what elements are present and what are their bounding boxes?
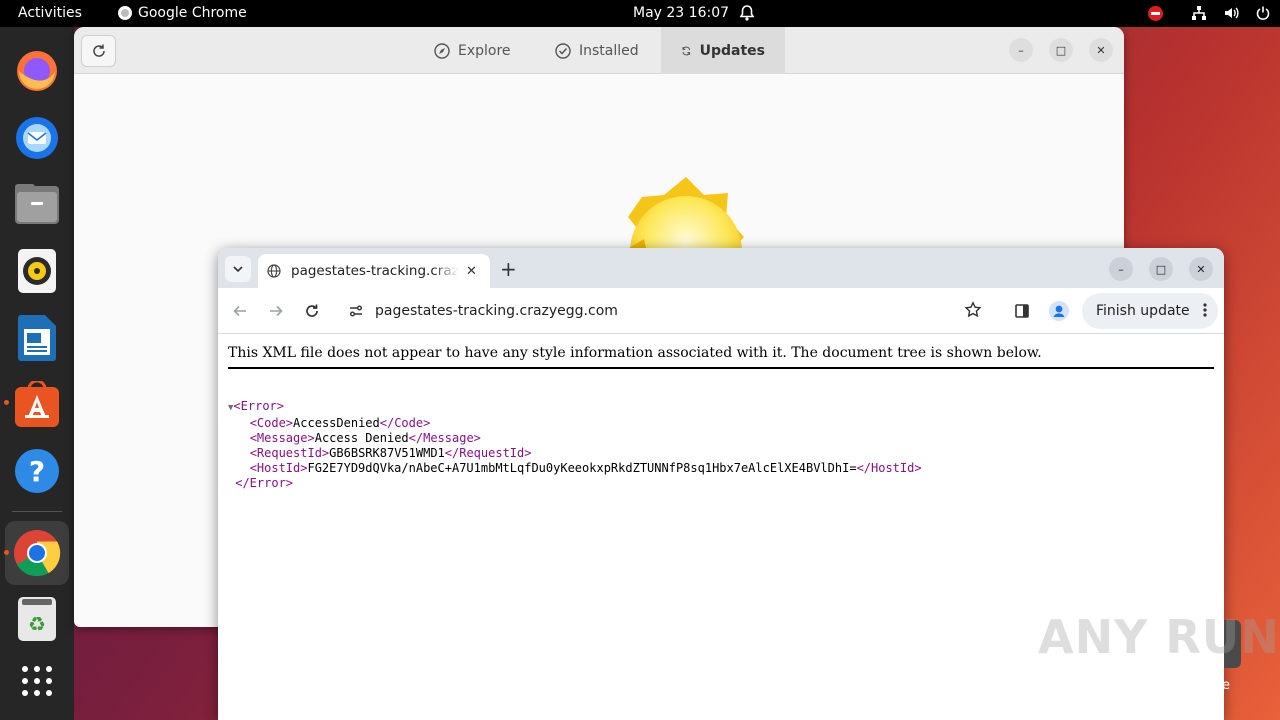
activities-button[interactable]: Activities <box>18 5 82 21</box>
xml-tag: </Message> <box>408 431 481 445</box>
back-arrow-icon <box>233 305 246 317</box>
tab-title: pagestates-tracking.crazyegg.com <box>291 263 458 279</box>
running-indicator <box>4 550 9 555</box>
xml-requestid-line: <RequestId>GB6BSRK87V51WMD1</RequestId> <box>228 446 922 461</box>
libreoffice-writer-icon[interactable] <box>13 314 61 362</box>
more-vert-icon <box>1203 303 1207 321</box>
xml-hostid-line: <HostId>FG2E7YD9dQVka/nAbeC+A7U1mbMtLqfD… <box>228 461 922 476</box>
refresh-button[interactable] <box>81 35 116 67</box>
xml-tag: <RequestId> <box>249 446 330 460</box>
xml-message-line: <Message>Access Denied</Message> <box>228 431 922 446</box>
app-name: Google Chrome <box>138 5 247 21</box>
close-button[interactable]: ✕ <box>1089 38 1113 62</box>
finish-update-button[interactable]: Finish update <box>1082 293 1218 329</box>
finish-update-label: Finish update <box>1096 303 1190 319</box>
avatar-icon <box>1049 301 1069 321</box>
show-apps-icon[interactable] <box>13 657 61 705</box>
tab-close-icon[interactable]: ✕ <box>466 264 477 279</box>
dock: ? ♻ <box>0 27 74 720</box>
svg-text:?: ? <box>29 455 45 488</box>
xml-tag: <Error> <box>233 399 284 413</box>
xml-tag: <HostId> <box>249 461 308 475</box>
minimize-button[interactable]: – <box>1109 257 1133 281</box>
files-icon[interactable] <box>13 180 61 228</box>
address-bar[interactable]: pagestates-tracking.crazyegg.com <box>338 293 996 329</box>
xml-value: Access Denied <box>314 431 409 445</box>
browser-tab[interactable]: pagestates-tracking.crazyegg.com ✕ <box>258 254 490 288</box>
compass-icon <box>434 42 450 59</box>
software-header: Explore Installed Updates – □ ✕ <box>74 27 1124 74</box>
watermark-text: ANY RUN <box>1038 610 1280 664</box>
xml-style-notice: This XML file does not appear to have an… <box>228 345 1214 369</box>
reload-icon <box>306 304 318 317</box>
xml-tag: <Message> <box>249 431 315 445</box>
tab-strip: pagestates-tracking.crazyegg.com ✕ + – □… <box>218 248 1224 288</box>
tab-explore[interactable]: Explore <box>414 27 531 74</box>
check-circle-icon <box>555 42 571 59</box>
new-tab-button[interactable]: + <box>500 257 517 281</box>
chrome-icon[interactable] <box>5 521 69 585</box>
dock-separator <box>12 511 62 512</box>
profile-button[interactable] <box>1048 300 1070 322</box>
site-info-icon[interactable] <box>346 301 366 321</box>
thunderbird-icon[interactable] <box>13 114 61 162</box>
tab-updates[interactable]: Updates <box>661 27 785 74</box>
firefox-icon[interactable] <box>13 47 61 95</box>
xml-value: GB6BSRK87V51WMD1 <box>329 446 445 460</box>
tab-explore-label: Explore <box>458 42 511 59</box>
forward-arrow-icon <box>270 305 283 317</box>
trash-icon[interactable]: ♻ <box>13 594 61 642</box>
desktop-trash-label: e <box>1222 678 1230 693</box>
system-tray[interactable] <box>1146 4 1272 22</box>
url-text: pagestates-tracking.crazyegg.com <box>375 303 618 319</box>
xml-tag: <Code> <box>249 416 294 430</box>
back-button[interactable] <box>229 300 251 322</box>
xml-value: FG2E7YD9dQVka/nAbeC+A7U1mbMtLqfDu0yKeeok… <box>307 461 857 475</box>
side-panel-icon <box>1015 304 1029 318</box>
maximize-button[interactable]: □ <box>1149 257 1173 281</box>
tab-search-button[interactable] <box>225 256 251 282</box>
app-center-icon[interactable] <box>13 380 61 428</box>
browser-toolbar: pagestates-tracking.crazyegg.com Finish … <box>218 288 1224 334</box>
rhythmbox-icon[interactable] <box>13 247 61 295</box>
tab-installed[interactable]: Installed <box>535 27 659 74</box>
power-icon <box>1254 4 1272 22</box>
do-not-disturb-icon <box>1146 4 1164 22</box>
clock[interactable]: May 23 16:07 <box>633 5 729 21</box>
xml-code-line: <Code>AccessDenied</Code> <box>228 416 922 431</box>
chrome-app-icon <box>118 6 132 20</box>
maximize-button[interactable]: □ <box>1049 38 1073 62</box>
xml-root-open-line[interactable]: ▼<Error> <box>228 399 922 416</box>
xml-tag: </Error> <box>235 476 294 490</box>
running-indicator <box>4 400 9 405</box>
tab-updates-label: Updates <box>699 42 765 59</box>
xml-root-close-line: </Error> <box>228 476 922 491</box>
close-button[interactable]: ✕ <box>1189 257 1213 281</box>
bookmark-star-icon[interactable] <box>964 301 982 323</box>
network-icon <box>1190 4 1208 22</box>
side-panel-button[interactable] <box>1011 300 1033 322</box>
app-menu[interactable]: Google Chrome <box>118 5 247 21</box>
top-bar: Activities Google Chrome May 23 16:07 <box>0 0 1280 27</box>
xml-value: AccessDenied <box>293 416 380 430</box>
watermark: ANY RUN <box>1038 610 1280 664</box>
globe-icon <box>267 264 281 278</box>
xml-tag: </RequestId> <box>444 446 532 460</box>
refresh-icon <box>92 44 105 57</box>
tab-installed-label: Installed <box>579 42 639 59</box>
reload-button[interactable] <box>301 300 323 322</box>
bell-icon <box>739 4 755 22</box>
minimize-button[interactable]: – <box>1009 38 1033 62</box>
xml-tag: </Code> <box>379 416 431 430</box>
sync-icon <box>682 46 691 55</box>
xml-tree: ▼<Error> <Code>AccessDenied</Code> <Mess… <box>228 384 922 491</box>
forward-button[interactable] <box>265 300 287 322</box>
svg-text:♻: ♻ <box>28 612 46 636</box>
help-icon[interactable]: ? <box>13 447 61 495</box>
xml-tag: </HostId> <box>856 461 922 475</box>
chevron-down-icon <box>233 266 243 273</box>
volume-icon <box>1222 4 1240 22</box>
